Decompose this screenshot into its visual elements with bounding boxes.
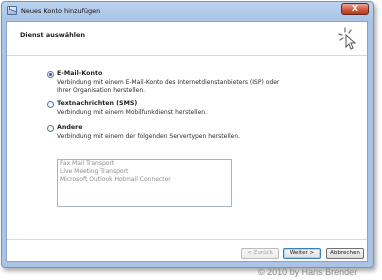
other-description: Verbindung mit einem der folgenden Serve…	[57, 133, 241, 140]
dialog-window: Neues Konto hinzufügen X Dienst auswähle…	[1, 1, 374, 268]
other-label: Andere	[57, 124, 83, 131]
mail-app-icon	[7, 6, 17, 15]
close-button[interactable]: X	[341, 3, 369, 15]
dialog-content: Dienst auswählen E-Mail-Konto Verbindung…	[6, 21, 368, 262]
list-item[interactable]: Fax Mail Transport	[58, 160, 231, 168]
list-item[interactable]: Microsoft Outlook Hotmail Connector	[58, 176, 231, 184]
server-type-list[interactable]: Fax Mail Transport Live Meeting Transpor…	[57, 159, 232, 207]
copyright-watermark: © 2010 by Hans Brender	[258, 267, 358, 277]
email-account-description: Verbindung mit einem E-Mail-Konto des In…	[57, 79, 280, 94]
footer-divider	[7, 239, 367, 240]
window-title: Neues Konto hinzufügen	[21, 7, 101, 15]
back-button[interactable]: < Zurück	[241, 248, 279, 259]
next-button[interactable]: Weiter >	[283, 248, 321, 259]
cancel-button[interactable]: Abbrechen	[326, 248, 364, 259]
email-account-radio[interactable]	[47, 71, 54, 78]
cursor-sparkle-icon	[338, 27, 357, 50]
list-item[interactable]: Live Meeting Transport	[58, 168, 231, 176]
text-messaging-radio[interactable]	[47, 101, 54, 108]
title-bar[interactable]: Neues Konto hinzufügen X	[2, 2, 373, 21]
page-title: Dienst auswählen	[20, 31, 86, 39]
text-messaging-description: Verbindung mit einem Mobilfunkdienst her…	[57, 109, 207, 116]
wizard-header: Dienst auswählen	[7, 22, 367, 56]
text-messaging-label: Textnachrichten (SMS)	[57, 100, 138, 107]
email-account-label: E-Mail-Konto	[57, 70, 103, 77]
other-radio[interactable]	[47, 125, 54, 132]
